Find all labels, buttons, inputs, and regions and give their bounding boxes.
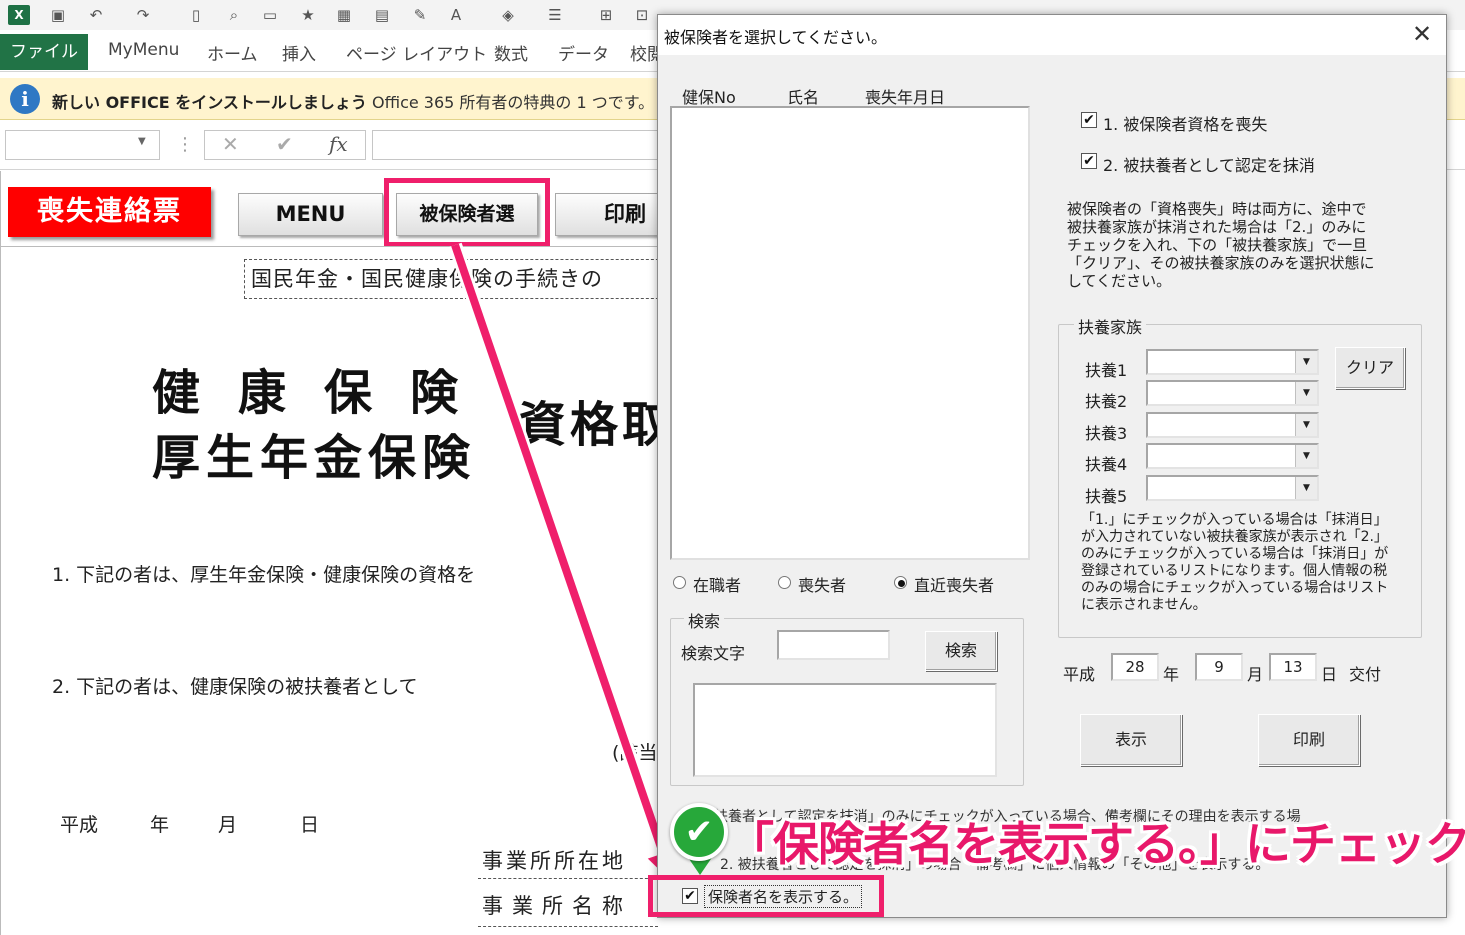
issue-year-label: 年 [1163, 665, 1180, 684]
issue-suffix-label: 交付 [1349, 665, 1382, 684]
search-button[interactable]: 検索 [925, 631, 997, 671]
issue-day-input[interactable]: 13 [1269, 653, 1317, 681]
highlight-frame-check [648, 875, 884, 917]
list-header-loss-date: 喪失年月日 [865, 88, 946, 107]
dependent-2-label: 扶養2 [1085, 392, 1128, 411]
issue-era-label: 平成 [1063, 665, 1096, 684]
issue-year-input[interactable]: 28 [1111, 653, 1159, 681]
radio-lost-label[interactable]: 喪失者 [798, 572, 846, 596]
chevron-down-icon[interactable]: ▼ [1295, 477, 1317, 499]
dependent-5-label: 扶養5 [1085, 487, 1128, 506]
dependent-1-select[interactable]: ▼ [1146, 349, 1319, 375]
list-header-name: 氏名 [787, 88, 820, 107]
issue-month-label: 月 [1247, 665, 1264, 684]
dependent-2-select[interactable]: ▼ [1146, 380, 1319, 406]
search-group-title: 検索 [684, 608, 725, 632]
insured-listbox[interactable] [670, 106, 1030, 560]
radio-recent-lost[interactable] [894, 576, 907, 589]
search-result-box[interactable] [693, 683, 997, 777]
dependent-3-label: 扶養3 [1085, 424, 1128, 443]
clear-button[interactable]: クリア [1335, 347, 1405, 389]
check-lost-qualification-label[interactable]: 1. 被保険者資格を喪失 [1103, 111, 1267, 135]
radio-recent-lost-label[interactable]: 直近喪失者 [914, 572, 994, 596]
dependent-4-select[interactable]: ▼ [1146, 443, 1319, 469]
show-button[interactable]: 表示 [1080, 714, 1182, 766]
close-icon[interactable]: ✕ [1408, 20, 1436, 48]
chevron-down-icon[interactable]: ▼ [1295, 414, 1317, 436]
search-text-label: 検索文字 [681, 644, 746, 663]
dependents-note: 「1.」にチェックが入っている場合は「抹消日」が入力されていない被扶養家族が表示… [1081, 512, 1389, 613]
dependent-1-label: 扶養1 [1085, 361, 1128, 380]
check-lost-qualification[interactable]: ✔ [1081, 112, 1097, 128]
chevron-down-icon[interactable]: ▼ [1295, 382, 1317, 404]
chevron-down-icon[interactable]: ▼ [1295, 351, 1317, 373]
radio-lost[interactable] [778, 576, 791, 589]
list-header-insurance-no: 健保No [682, 88, 736, 107]
search-input[interactable] [777, 630, 890, 660]
dependent-4-label: 扶養4 [1085, 455, 1128, 474]
issue-month-input[interactable]: 9 [1195, 653, 1243, 681]
explanation-text: 被保険者の「資格喪失」時は両方に、途中で被扶養家族が抹消された場合は「2.」のみ… [1067, 200, 1375, 290]
radio-employed-label[interactable]: 在職者 [693, 572, 741, 596]
radio-employed[interactable] [673, 576, 686, 589]
check-remove-dependent[interactable]: ✔ [1081, 153, 1097, 169]
check-remove-dependent-label[interactable]: 2. 被扶養者として認定を抹消 [1103, 152, 1315, 176]
check-circle-icon: ✔ [670, 803, 728, 861]
callout-text: 「保険者名を表示する。」にチェック [728, 817, 1465, 871]
issue-day-label: 日 [1321, 665, 1338, 684]
dialog-title: 被保険者を選択してください。 [664, 28, 888, 47]
dialog-print-button[interactable]: 印刷 [1258, 714, 1360, 766]
chevron-down-icon[interactable]: ▼ [1295, 445, 1317, 467]
dependent-3-select[interactable]: ▼ [1146, 412, 1319, 438]
dependent-5-select[interactable]: ▼ [1146, 475, 1319, 501]
dependents-group-title: 扶養家族 [1074, 314, 1147, 338]
